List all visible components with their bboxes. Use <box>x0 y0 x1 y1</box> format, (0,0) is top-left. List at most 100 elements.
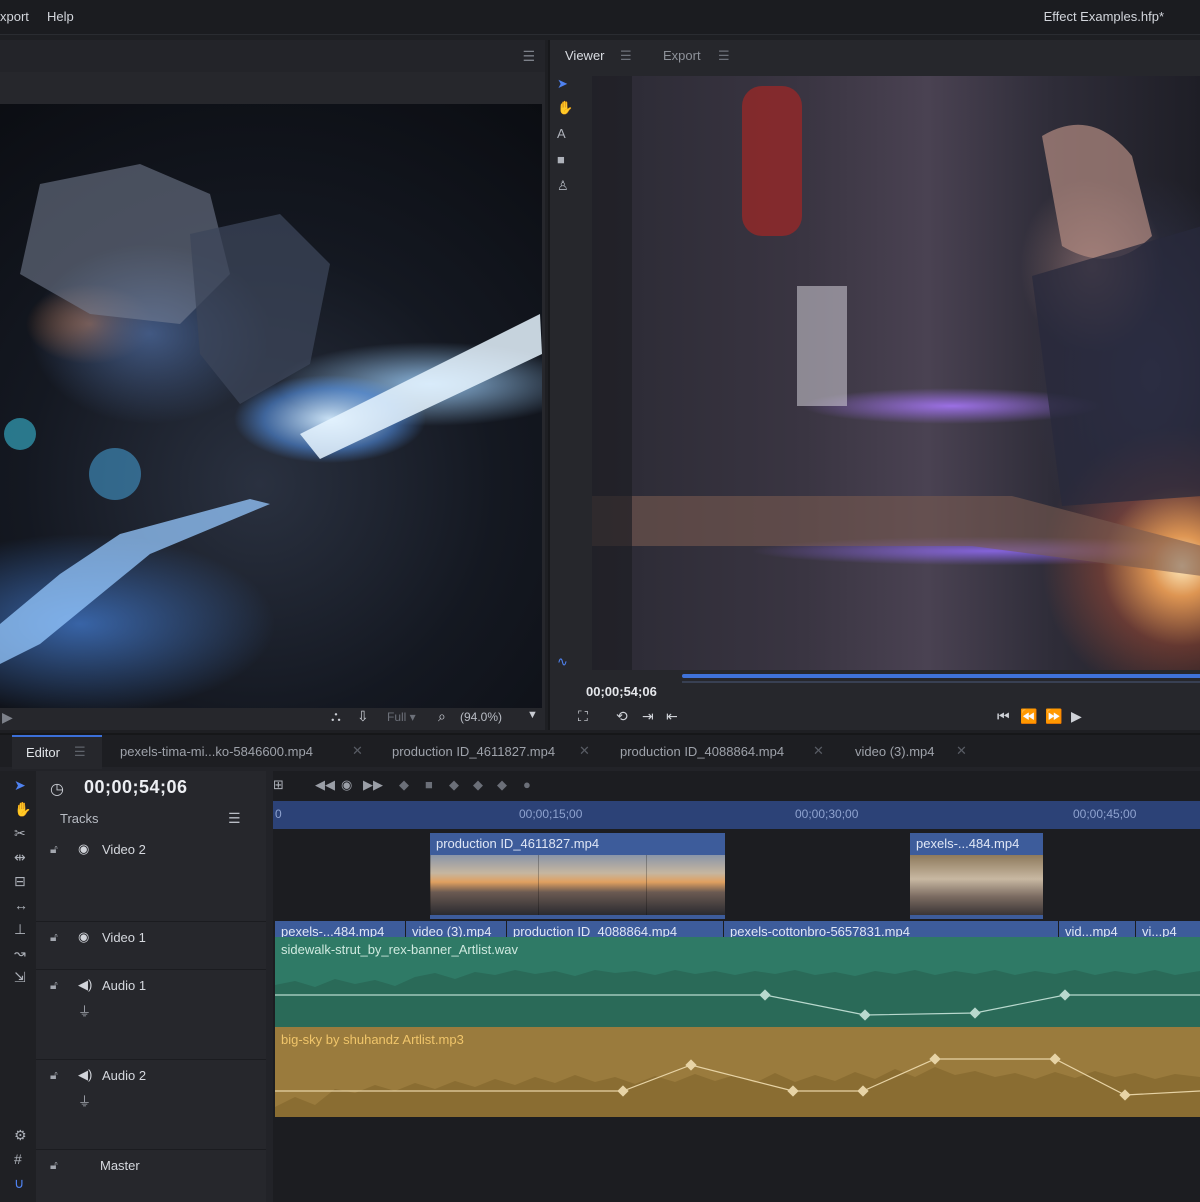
pen-icon[interactable]: ♙ <box>557 178 569 194</box>
safe-area-icon[interactable]: ⛬ <box>331 708 341 725</box>
gear-icon[interactable]: ⚙ <box>14 1127 27 1144</box>
master-track-lane <box>273 1117 1200 1202</box>
panel-menu-icon[interactable]: ☰ <box>522 48 535 65</box>
source-preview-image <box>0 104 542 708</box>
go-to-start-icon[interactable]: ⏮ <box>997 708 1010 725</box>
tab-clip-3[interactable]: production ID_4088864.mp4 <box>620 744 784 759</box>
viewer-scrub-track[interactable] <box>682 681 1200 683</box>
slip-icon[interactable]: ⇹ <box>14 849 26 866</box>
add-marker-icon[interactable]: ⊞ <box>273 777 284 793</box>
viewer-timecode: 00;00;54;06 <box>586 684 657 699</box>
tab-viewer[interactable]: Viewer <box>565 48 605 63</box>
insert-icon[interactable]: ⇥ <box>642 708 654 725</box>
export-tab-menu-icon[interactable]: ☰ <box>718 48 730 64</box>
link-icon[interactable]: ∿ <box>557 654 568 670</box>
video-clip[interactable]: pexels-...484.mp4 <box>910 833 1044 919</box>
zoom-icon[interactable]: ⌕ <box>438 708 446 725</box>
magnet-icon[interactable]: ∪ <box>14 1175 24 1192</box>
clip-label: production ID_4611827.mp4 <box>436 836 600 851</box>
eye-icon[interactable]: ◉ <box>78 841 89 857</box>
text-icon[interactable]: A <box>557 126 566 141</box>
timeline[interactable]: ⊞ ◀◀ ◉ ▶▶ ◆ ■ ◆ ◆ ◆ ● 0 00;00;15;00 00;0… <box>273 771 1200 1202</box>
track-headers: ◷ 00;00;54;06 Tracks ☰ 🔓︎ ◉ Video 2 🔓︎ ◉… <box>36 771 266 1202</box>
record-icon[interactable]: ● <box>523 777 531 792</box>
speaker-icon[interactable]: ◀) <box>78 1067 92 1083</box>
record-icon[interactable]: ◉ <box>341 777 352 793</box>
fit-frame-icon[interactable]: ⛶ <box>578 708 588 725</box>
keyframe-icon[interactable]: ◆ <box>497 777 507 793</box>
menu-item-help[interactable]: Help <box>47 9 74 24</box>
track-header-master: 🔓︎ Master <box>36 1149 266 1202</box>
keyframe-icon[interactable]: ◆ <box>399 777 409 793</box>
track-header-video-1: 🔓︎ ◉ Video 1 <box>36 921 266 970</box>
track-header-audio-2: 🔓︎ ◀) Audio 2 ⏚ <box>36 1059 266 1150</box>
close-icon[interactable]: ✕ <box>956 743 967 759</box>
step-back-icon[interactable]: ⏪ <box>1020 708 1037 725</box>
previous-edit-icon[interactable]: ◀◀ <box>315 777 335 793</box>
roll-icon[interactable]: ↝ <box>14 945 26 962</box>
hand-icon[interactable]: ✋ <box>14 801 31 818</box>
eye-icon[interactable]: ◉ <box>78 929 89 945</box>
next-edit-icon[interactable]: ▶▶ <box>363 777 383 793</box>
zoom-dropdown-icon[interactable]: ▼ <box>527 709 538 721</box>
editor-tab-menu-icon[interactable]: ☰ <box>74 744 86 760</box>
lock-icon[interactable]: 🔓︎ <box>50 1158 58 1173</box>
tracks-label: Tracks <box>60 811 99 826</box>
quality-select[interactable]: Full ▾ <box>387 710 416 724</box>
hand-icon[interactable]: ✋ <box>557 100 573 116</box>
timeline-transport: ⊞ ◀◀ ◉ ▶▶ ◆ ■ ◆ ◆ ◆ ● <box>273 771 1200 799</box>
grid-icon[interactable]: # <box>14 1151 22 1167</box>
viewer-scrub-bar[interactable] <box>682 674 1200 678</box>
source-controls: ▶ ⛬ ⇩ Full ▾ ⌕ (94.0%) ▼ <box>0 705 545 731</box>
clip-label: big-sky by shuhandz Artlist.mp3 <box>281 1032 464 1047</box>
speaker-icon[interactable]: ◀) <box>78 977 92 993</box>
tab-export[interactable]: Export <box>663 48 701 63</box>
time-ruler[interactable]: 0 00;00;15;00 00;00;30;00 00;00;45;00 <box>273 801 1200 829</box>
waveform-toggle-icon[interactable]: ⏚ <box>78 1091 91 1110</box>
rate-stretch-icon[interactable]: ↔ <box>14 897 28 913</box>
overwrite-icon[interactable]: ⇤ <box>666 708 678 725</box>
editor-timecode[interactable]: 00;00;54;06 <box>84 777 188 798</box>
keyframe-icon[interactable]: ◆ <box>473 777 483 793</box>
menu-item-export[interactable]: xport <box>0 9 29 24</box>
editor-tab-bar: Editor ☰ pexels-tima-mi...ko-5846600.mp4… <box>0 735 1200 769</box>
zoom-value[interactable]: (94.0%) <box>460 710 502 724</box>
select-arrow-icon[interactable]: ➤ <box>14 777 26 794</box>
ruler-label: 00;00;30;00 <box>795 807 859 821</box>
export-icon[interactable]: ⇲ <box>14 969 26 986</box>
clock-icon: ◷ <box>50 781 64 798</box>
panel-header: ☰ <box>0 40 545 72</box>
audio-clip[interactable]: big-sky by shuhandz Artlist.mp3 <box>275 1027 1200 1117</box>
tab-clip-2[interactable]: production ID_4611827.mp4 <box>392 744 555 759</box>
waveform-toggle-icon[interactable]: ⏚ <box>78 1001 91 1020</box>
clip-thumbnails <box>430 855 725 915</box>
close-icon[interactable]: ✕ <box>579 743 590 759</box>
step-forward-icon[interactable]: ⏩ <box>1045 708 1062 725</box>
razor-icon[interactable]: ✂ <box>14 825 26 842</box>
slide-icon[interactable]: ⊟ <box>14 873 26 890</box>
viewer-tab-menu-icon[interactable]: ☰ <box>620 48 632 64</box>
tab-clip-4[interactable]: video (3).mp4 <box>855 744 934 759</box>
close-icon[interactable]: ✕ <box>813 743 824 759</box>
lock-icon[interactable]: 🔓︎ <box>50 978 58 993</box>
video-clip[interactable]: production ID_4611827.mp4 <box>430 833 726 919</box>
track-name: Audio 2 <box>102 1068 147 1083</box>
mask-rectangle-icon[interactable]: ■ <box>557 152 565 167</box>
select-arrow-icon[interactable]: ➤ <box>557 76 568 92</box>
keyframe-icon[interactable]: ◆ <box>449 777 459 793</box>
ripple-icon[interactable]: ⊥ <box>14 921 26 938</box>
lock-icon[interactable]: 🔓︎ <box>50 1068 58 1083</box>
ruler-label: 00;00;15;00 <box>519 807 583 821</box>
tracks-menu-icon[interactable]: ☰ <box>228 810 241 827</box>
close-icon[interactable]: ✕ <box>352 743 363 759</box>
snapshot-icon[interactable]: ⇩ <box>357 708 369 725</box>
lock-icon[interactable]: 🔓︎ <box>50 930 58 945</box>
play-triangle-icon[interactable]: ▶ <box>2 709 13 726</box>
stop-icon[interactable]: ■ <box>425 777 433 792</box>
audio-clip[interactable]: sidewalk-strut_by_rex-banner_Artlist.wav <box>275 937 1200 1027</box>
play-icon[interactable]: ▶ <box>1071 708 1082 725</box>
tab-clip-1[interactable]: pexels-tima-mi...ko-5846600.mp4 <box>120 744 313 759</box>
loop-icon[interactable]: ⟲ <box>616 708 628 725</box>
tab-editor[interactable]: Editor ☰ <box>12 735 102 769</box>
lock-icon[interactable]: 🔓︎ <box>50 842 58 857</box>
